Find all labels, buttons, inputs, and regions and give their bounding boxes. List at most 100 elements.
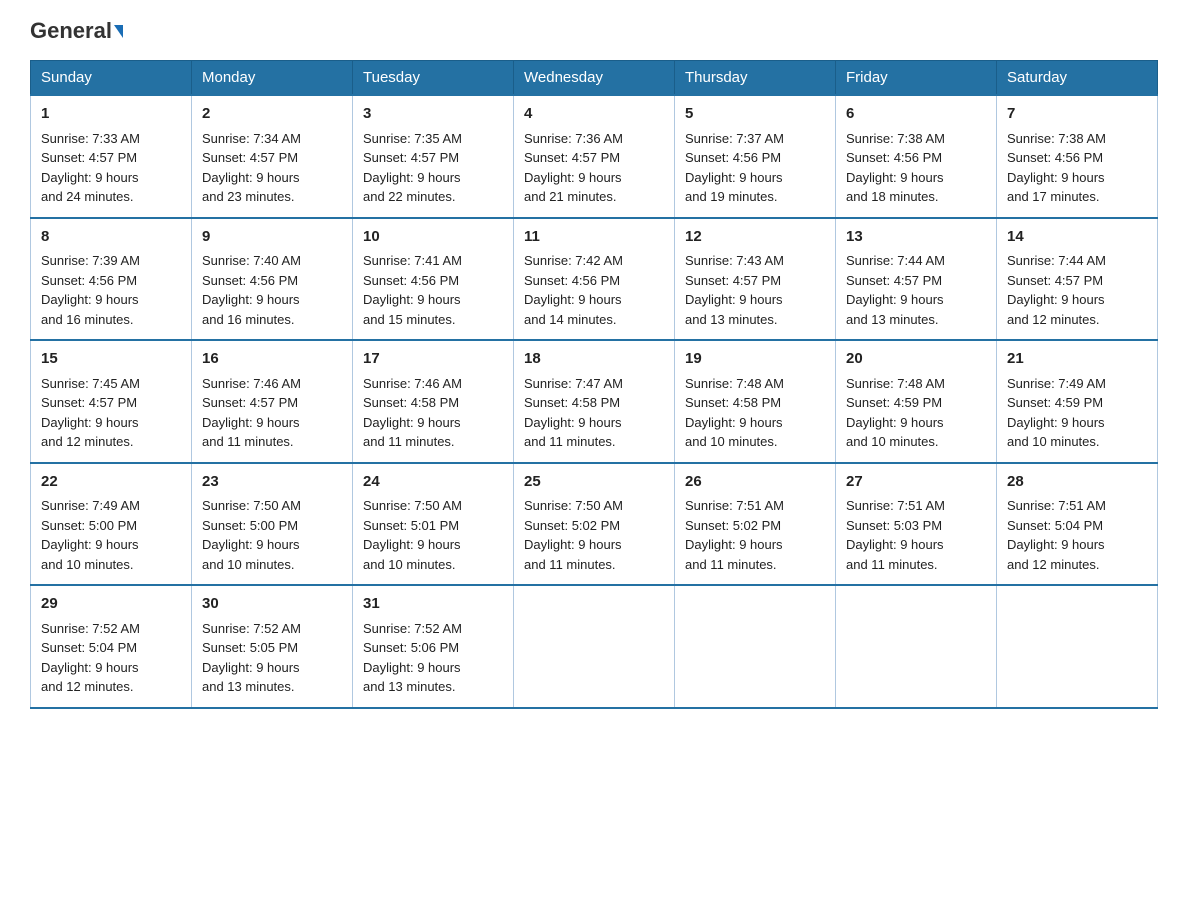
daylight-text-line1: Daylight: 9 hours [685, 292, 783, 307]
sunset-text: Sunset: 5:05 PM [202, 640, 298, 655]
day-number: 24 [363, 471, 503, 494]
daylight-text-line2: and 11 minutes. [524, 434, 616, 449]
calendar-cell: 17 Sunrise: 7:46 AM Sunset: 4:58 PM Dayligh… [353, 340, 514, 463]
sunset-text: Sunset: 4:57 PM [524, 150, 620, 165]
day-number: 14 [1007, 226, 1147, 249]
calendar-cell: 27Sunrise: 7:51 AMSunset: 5:03 PMDayligh… [836, 463, 997, 586]
logo-main-text: General [30, 20, 112, 42]
daylight-text-line1: Daylight: 9 hours [1007, 170, 1105, 185]
daylight-text-line2: and 21 minutes. [524, 189, 617, 204]
daylight-text-line1: Daylight: 9 hours [846, 537, 944, 552]
daylight-text-line1: Daylight: 9 hours [685, 415, 783, 430]
calendar-cell: 24Sunrise: 7:50 AMSunset: 5:01 PMDayligh… [353, 463, 514, 586]
calendar-cell: 11Sunrise: 7:42 AMSunset: 4:56 PMDayligh… [514, 218, 675, 341]
day-number: 1 [41, 103, 181, 126]
sunrise-text: Sunrise: 7:38 AM [846, 131, 945, 146]
calendar-cell: 29Sunrise: 7:52 AMSunset: 5:04 PMDayligh… [31, 585, 192, 708]
daylight-text-line2: and 11 minutes. [524, 557, 616, 572]
day-of-week-header-row: SundayMondayTuesdayWednesdayThursdayFrid… [31, 61, 1158, 96]
daylight-text-line1: Daylight: 9 hours [202, 415, 300, 430]
daylight-text-line1: Daylight: 9 hours [524, 415, 622, 430]
day-number: 17 [363, 348, 503, 371]
daylight-text-line1: Daylight: 9 hours [846, 415, 944, 430]
calendar-table: SundayMondayTuesdayWednesdayThursdayFrid… [30, 60, 1158, 709]
sunset-text: Sunset: 4:58 PM [524, 395, 620, 410]
page-header: General [30, 20, 1158, 42]
sunrise-text: Sunrise: 7:38 AM [1007, 131, 1106, 146]
day-number: 23 [202, 471, 342, 494]
calendar-cell: 13Sunrise: 7:44 AMSunset: 4:57 PMDayligh… [836, 218, 997, 341]
day-number: 5 [685, 103, 825, 126]
sunrise-text: Sunrise: 7:52 AM [202, 621, 301, 636]
sunset-text: Sunset: 5:04 PM [41, 640, 137, 655]
daylight-text-line1: Daylight: 9 hours [685, 537, 783, 552]
daylight-text-line1: Daylight: 9 hours [1007, 292, 1105, 307]
calendar-cell: 20 Sunrise: 7:48 AM Sunset: 4:59 PM Dayligh… [836, 340, 997, 463]
daylight-text-line1: Daylight: 9 hours [363, 415, 461, 430]
day-number: 2 [202, 103, 342, 126]
calendar-cell: 12Sunrise: 7:43 AMSunset: 4:57 PMDayligh… [675, 218, 836, 341]
dow-header-thursday: Thursday [675, 61, 836, 96]
day-number: 8 [41, 226, 181, 249]
sunset-text: Sunset: 5:00 PM [41, 518, 137, 533]
day-number: 15 [41, 348, 181, 371]
sunset-text: Sunset: 4:56 PM [846, 150, 942, 165]
sunset-text: Sunset: 4:59 PM [846, 395, 942, 410]
calendar-cell: 14Sunrise: 7:44 AMSunset: 4:57 PMDayligh… [997, 218, 1158, 341]
sunrise-text: Sunrise: 7:51 AM [846, 498, 945, 513]
daylight-text-line1: Daylight: 9 hours [1007, 415, 1105, 430]
calendar-cell: 1Sunrise: 7:33 AMSunset: 4:57 PMDaylight… [31, 95, 192, 218]
logo-triangle-icon [114, 25, 123, 38]
sunrise-text: Sunrise: 7:44 AM [1007, 253, 1106, 268]
sunset-text: Sunset: 4:58 PM [363, 395, 459, 410]
calendar-cell: 4Sunrise: 7:36 AMSunset: 4:57 PMDaylight… [514, 95, 675, 218]
day-number: 25 [524, 471, 664, 494]
day-number: 20 [846, 348, 986, 371]
calendar-week-row: 1 Sunrise: 7:33 AM Sunset: 4:57 PM Daylight… [31, 95, 1158, 218]
day-number: 18 [524, 348, 664, 371]
sunset-text: Sunset: 5:02 PM [524, 518, 620, 533]
calendar-cell: 22Sunrise: 7:49 AMSunset: 5:00 PMDayligh… [31, 463, 192, 586]
daylight-text-line1: Daylight: 9 hours [202, 537, 300, 552]
daylight-text-line2: and 13 minutes. [202, 679, 295, 694]
calendar-cell [997, 585, 1158, 708]
daylight-text-line1: Daylight: 9 hours [363, 170, 461, 185]
sunset-text: Sunset: 4:56 PM [363, 273, 459, 288]
sunset-text: Sunset: 5:03 PM [846, 518, 942, 533]
sunrise-text: Sunrise: 7:48 AM [846, 376, 945, 391]
calendar-cell: 31Sunrise: 7:52 AMSunset: 5:06 PMDayligh… [353, 585, 514, 708]
sunrise-text: Sunrise: 7:40 AM [202, 253, 301, 268]
day-number: 3 [363, 103, 503, 126]
sunrise-text: Sunrise: 7:51 AM [685, 498, 784, 513]
day-number: 28 [1007, 471, 1147, 494]
sunrise-text: Sunrise: 7:33 AM [41, 131, 140, 146]
daylight-text-line2: and 13 minutes. [846, 312, 939, 327]
calendar-week-row: 15Sunrise: 7:45 AMSunset: 4:57 PMDayligh… [31, 340, 1158, 463]
day-number: 21 [1007, 348, 1147, 371]
calendar-cell [514, 585, 675, 708]
daylight-text-line2: and 10 minutes. [41, 557, 134, 572]
sunrise-text: Sunrise: 7:49 AM [41, 498, 140, 513]
daylight-text-line1: Daylight: 9 hours [202, 292, 300, 307]
daylight-text-line2: and 10 minutes. [685, 434, 778, 449]
sunrise-text: Sunrise: 7:46 AM [363, 376, 462, 391]
daylight-text-line2: and 22 minutes. [363, 189, 456, 204]
day-number: 6 [846, 103, 986, 126]
daylight-text-line1: Daylight: 9 hours [202, 660, 300, 675]
sunrise-text: Sunrise: 7:36 AM [524, 131, 623, 146]
sunrise-text: Sunrise: 7:50 AM [363, 498, 462, 513]
calendar-week-row: 8Sunrise: 7:39 AMSunset: 4:56 PMDaylight… [31, 218, 1158, 341]
day-number: 30 [202, 593, 342, 616]
daylight-text-line1: Daylight: 9 hours [363, 660, 461, 675]
calendar-week-row: 22Sunrise: 7:49 AMSunset: 5:00 PMDayligh… [31, 463, 1158, 586]
calendar-cell: 5Sunrise: 7:37 AMSunset: 4:56 PMDaylight… [675, 95, 836, 218]
daylight-text-line2: and 17 minutes. [1007, 189, 1100, 204]
daylight-text-line2: and 13 minutes. [685, 312, 778, 327]
sunrise-text: Sunrise: 7:35 AM [363, 131, 462, 146]
dow-header-saturday: Saturday [997, 61, 1158, 96]
sunset-text: Sunset: 4:56 PM [685, 150, 781, 165]
day-number: 13 [846, 226, 986, 249]
sunrise-text: Sunrise: 7:44 AM [846, 253, 945, 268]
sunset-text: Sunset: 5:06 PM [363, 640, 459, 655]
daylight-text-line1: Daylight: 9 hours [685, 170, 783, 185]
